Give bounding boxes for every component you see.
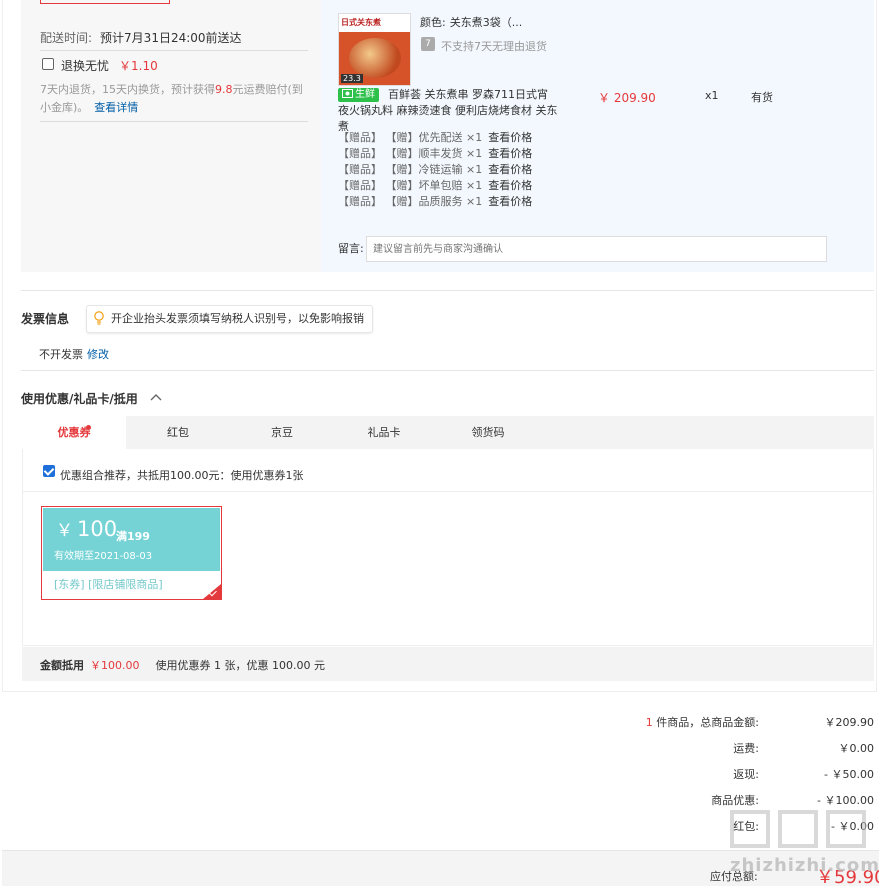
watermark-logo: [730, 810, 866, 848]
gift-tag: 【赠品】: [338, 131, 382, 144]
gift-count: ×1: [466, 195, 483, 208]
gift-count: ×1: [466, 179, 483, 192]
gift-count: ×1: [466, 131, 483, 144]
discount-label: 商品优惠:: [711, 794, 759, 807]
insurance-desc-amount: 9.8: [215, 83, 233, 96]
thumb-badge: 23.3: [341, 74, 363, 83]
divider: [21, 370, 874, 371]
coupon-tags: [东券] [限店铺限商品]: [54, 578, 163, 591]
insurance-price: ￥1.10: [119, 59, 158, 73]
insurance-checkbox[interactable]: [42, 58, 54, 70]
insurance-details-link[interactable]: 查看详情: [94, 101, 138, 114]
coupon-amount: ￥ 100: [56, 516, 117, 541]
gift-tag: 【赠品】: [338, 147, 382, 160]
tab-coupon[interactable]: 优惠券: [22, 416, 126, 449]
currency-symbol: ￥: [56, 521, 73, 541]
divider: [21, 290, 874, 291]
no-return-text: 不支持7天无理由退货: [441, 40, 547, 53]
gift-count: ×1: [466, 163, 483, 176]
divider: [22, 491, 874, 492]
color-value: 关东煮3袋（...: [449, 16, 523, 29]
insurance-desc-text: 7天内退货，15天内换货，预计获得: [40, 83, 215, 96]
product-thumbnail[interactable]: 日式关东煮 23.3: [338, 13, 411, 86]
coupon-section-title[interactable]: 使用优惠/礼品卡/抵用: [21, 390, 138, 407]
gift-price-link[interactable]: 查看价格: [488, 163, 532, 176]
gift-name: 【赠】优先配送: [385, 131, 463, 144]
summary-description: 使用优惠券 1 张，优惠 100.00 元: [155, 659, 325, 672]
invoice-tip: 开企业抬头发票须填写纳税人识别号，以免影响报销: [86, 305, 373, 333]
gift-tag: 【赠品】: [338, 179, 382, 192]
product-quantity: x1: [705, 89, 719, 102]
gift-item: 【赠品】 【赠】冷链运输 ×1 查看价格: [338, 161, 532, 177]
gift-name: 【赠】品质服务: [385, 195, 463, 208]
invoice-value: 不开发票 修改: [39, 346, 109, 362]
coupon-value: 100: [77, 517, 118, 541]
fresh-tag-label: 生鲜: [355, 89, 375, 100]
gift-name: 【赠】坏单包赔: [385, 179, 463, 192]
chevron-up-icon[interactable]: [150, 393, 162, 401]
no-return-icon: 7: [421, 37, 435, 51]
insurance-option[interactable]: 退换无忧 ￥1.10: [61, 57, 158, 74]
invoice-status: 不开发票: [39, 348, 83, 361]
gift-price-link[interactable]: 查看价格: [488, 147, 532, 160]
message-input[interactable]: [366, 236, 827, 262]
coupon-summary: 金额抵用 ￥100.00 使用优惠券 1 张，优惠 100.00 元: [40, 657, 325, 673]
food-bowl-image: [349, 38, 401, 78]
gift-price-link[interactable]: 查看价格: [488, 195, 532, 208]
tab-pickup-code[interactable]: 领货码: [434, 416, 542, 449]
selected-shipping-marker: [40, 0, 170, 4]
insurance-label: 退换无忧: [61, 59, 110, 73]
invoice-edit-link[interactable]: 修改: [87, 348, 109, 361]
product-color: 颜色: 关东煮3袋（...: [420, 14, 522, 30]
goods-total-label: 1 件商品，总商品金额:: [646, 714, 759, 730]
combo-checkbox[interactable]: [43, 465, 55, 477]
shipping-label: 运费:: [733, 742, 759, 755]
gift-tag: 【赠品】: [338, 163, 382, 176]
delivery-time: 配送时间: 预计7月31日24:00前送达: [40, 29, 242, 46]
tab-giftcard[interactable]: 礼品卡: [334, 416, 434, 449]
gift-tag: 【赠品】: [338, 195, 382, 208]
shipping-value: ￥0.00: [838, 742, 875, 755]
tab-redpacket[interactable]: 红包: [126, 416, 230, 449]
item-count-suffix: 件商品，总商品金额:: [656, 716, 759, 729]
gift-price-link[interactable]: 查看价格: [488, 131, 532, 144]
gift-item: 【赠品】 【赠】坏单包赔 ×1 查看价格: [338, 177, 532, 193]
gift-name: 【赠】顺丰发货: [385, 147, 463, 160]
gift-item: 【赠品】 【赠】顺丰发货 ×1 查看价格: [338, 145, 532, 161]
item-count: 1: [645, 716, 653, 729]
gift-name: 【赠】冷链运输: [385, 163, 463, 176]
insurance-description: 7天内退货，15天内换货，预计获得9.8元运费赔付(到小金库)。 查看详情: [40, 81, 310, 117]
watermark-text: zhizhizhi.com: [730, 855, 879, 876]
delivery-label: 配送时间:: [40, 31, 93, 45]
gift-item: 【赠品】 【赠】优先配送 ×1 查看价格: [338, 129, 532, 145]
goods-total-value: ￥209.90: [824, 716, 875, 729]
coupon-condition: 满199: [116, 530, 150, 543]
notification-dot: [86, 425, 91, 430]
invoice-title: 发票信息: [21, 312, 70, 326]
tab-jingdou[interactable]: 京豆: [230, 416, 334, 449]
fresh-badge: 生鲜: [338, 88, 379, 102]
delivery-value: 预计7月31日24:00前送达: [100, 31, 242, 45]
gift-price-link[interactable]: 查看价格: [488, 179, 532, 192]
summary-label: 金额抵用: [40, 659, 84, 672]
rebate-label: 返现:: [733, 768, 759, 781]
fresh-icon: [342, 89, 353, 98]
gift-count: ×1: [466, 147, 483, 160]
divider: [40, 50, 308, 51]
rebate-value: - ￥50.00: [824, 768, 874, 781]
product-price: ￥ 209.90: [598, 91, 656, 105]
combo-recommend-text: 优惠组合推荐，共抵用100.00元：使用优惠券1张: [60, 469, 304, 482]
stock-status: 有货: [751, 91, 773, 104]
gift-item: 【赠品】 【赠】品质服务 ×1 查看价格: [338, 193, 532, 209]
summary-amount: ￥100.00: [90, 659, 140, 672]
lightbulb-icon: [94, 311, 104, 325]
coupon-expiry: 有效期至2021-08-03: [54, 551, 153, 562]
color-label: 颜色:: [420, 16, 446, 29]
message-label: 留言:: [338, 242, 364, 255]
divider: [40, 121, 308, 122]
discount-value: - ￥100.00: [817, 794, 874, 807]
thumb-title: 日式关东煮: [339, 14, 410, 32]
